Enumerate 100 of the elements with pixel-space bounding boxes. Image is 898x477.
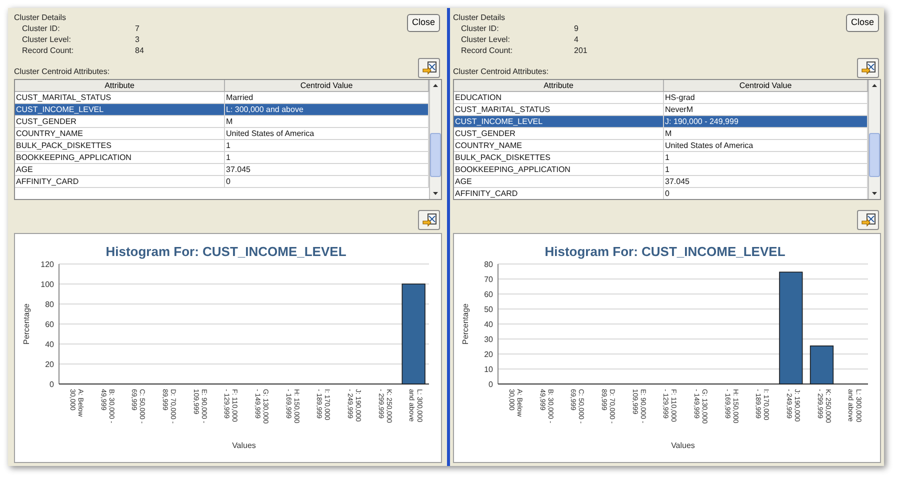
scrollbar[interactable] [429, 80, 441, 199]
y-tick-label: 40 [484, 320, 493, 329]
y-axis-title: Percentage [461, 304, 470, 344]
table-cell: COUNTRY_NAME [15, 128, 225, 140]
close-button[interactable]: Close [406, 14, 440, 32]
y-tick-label: 60 [484, 290, 493, 299]
table-cell: L: 300,000 and above [225, 104, 429, 116]
scrollbar-thumb[interactable] [869, 132, 880, 176]
table-row[interactable]: AGE 37.045 [454, 176, 868, 188]
y-tick-label: 50 [484, 305, 493, 314]
export-icon [860, 61, 876, 75]
histogram-bar [810, 346, 834, 384]
table-cell: CUST_INCOME_LEVEL [15, 104, 225, 116]
field-value: 7 [135, 23, 140, 34]
table-row[interactable]: BULK_PACK_DISKETTES 1 [15, 140, 429, 152]
table-cell: CUST_GENDER [15, 116, 225, 128]
y-tick-label: 120 [40, 260, 54, 269]
y-tick-label: 0 [488, 380, 493, 389]
table-row[interactable]: EDUCATION HS-grad [454, 92, 868, 104]
column-header[interactable]: Centroid Value [225, 80, 429, 92]
y-tick-label: 70 [484, 275, 493, 284]
column-header[interactable]: Attribute [454, 80, 664, 92]
table-cell: United States of America [664, 140, 868, 152]
field-label: Cluster ID: [461, 23, 500, 34]
x-axis-title: Values [671, 441, 695, 450]
export-button[interactable] [418, 58, 440, 78]
field-label: Cluster Level: [22, 34, 72, 45]
table-cell: AFFINITY_CARD [15, 176, 225, 188]
export-button[interactable] [418, 210, 440, 230]
export-icon [422, 61, 436, 75]
table-cell: HS-grad [664, 92, 868, 104]
field-label: Cluster Level: [461, 34, 511, 45]
y-tick-label: 0 [50, 380, 54, 389]
field-value: 4 [574, 34, 578, 45]
table-row[interactable]: AGE 37.045 [15, 164, 429, 176]
chart-title: Histogram For: CUST_INCOME_LEVEL [544, 244, 786, 259]
field-label: Record Count: [22, 45, 75, 56]
table-cell: BOOKKEEPING_APPLICATION [15, 152, 225, 164]
export-button[interactable] [857, 58, 879, 78]
section-title: Cluster Details [453, 12, 506, 23]
table-row[interactable]: CUST_INCOME_LEVEL L: 300,000 and above [15, 104, 429, 116]
table-cell: 1 [225, 152, 429, 164]
field-value: 84 [135, 45, 144, 56]
table-cell: CUST_GENDER [454, 128, 664, 140]
table-cell: AFFINITY_CARD [454, 188, 664, 199]
y-tick-label: 80 [484, 260, 493, 269]
table-row[interactable]: AFFINITY_CARD 0 [15, 176, 429, 188]
table-row[interactable]: BOOKKEEPING_APPLICATION 1 [15, 152, 429, 164]
table-cell: EDUCATION [454, 92, 664, 104]
table-label: Cluster Centroid Attributes: [453, 66, 549, 78]
y-tick-label: 80 [45, 300, 54, 309]
table-label: Cluster Centroid Attributes: [14, 66, 110, 78]
table-cell: CUST_INCOME_LEVEL [454, 116, 664, 128]
table-cell: M [664, 128, 868, 140]
table-row[interactable]: CUST_GENDER M [15, 116, 429, 128]
y-tick-label: 30 [484, 335, 493, 344]
y-axis-title: Percentage [22, 304, 31, 344]
scrollbar-thumb[interactable] [430, 132, 441, 176]
column-header[interactable]: Attribute [15, 80, 225, 92]
column-header[interactable]: Centroid Value [664, 80, 868, 92]
y-tick-label: 20 [45, 360, 54, 369]
scrollbar[interactable] [868, 80, 880, 199]
table-row[interactable]: COUNTRY_NAME United States of America [15, 128, 429, 140]
table-cell: United States of America [225, 128, 429, 140]
table-cell: J: 190,000 - 249,999 [664, 116, 868, 128]
export-icon [860, 213, 876, 227]
field-label: Cluster ID: [22, 23, 61, 34]
y-tick-label: 20 [484, 350, 493, 359]
table-cell: 37.045 [664, 176, 868, 188]
table-row[interactable]: CUST_GENDER M [454, 128, 868, 140]
table-cell: AGE [15, 164, 225, 176]
table-cell: AGE [454, 176, 664, 188]
y-tick-label: 100 [40, 280, 54, 289]
field-label: Record Count: [461, 45, 514, 56]
table-cell: M [225, 116, 429, 128]
table-row[interactable]: BULK_PACK_DISKETTES 1 [454, 152, 868, 164]
field-value: 9 [574, 23, 578, 34]
table-cell: 37.045 [225, 164, 429, 176]
y-tick-label: 60 [45, 320, 54, 329]
table-cell: 0 [225, 176, 429, 188]
export-button[interactable] [857, 210, 879, 230]
table-cell: BULK_PACK_DISKETTES [15, 140, 225, 152]
table-cell: BULK_PACK_DISKETTES [454, 152, 664, 164]
table-row[interactable]: COUNTRY_NAME United States of America [454, 140, 868, 152]
y-tick-label: 10 [484, 365, 493, 374]
export-icon [422, 213, 436, 227]
table-cell: COUNTRY_NAME [454, 140, 664, 152]
table-row[interactable]: CUST_INCOME_LEVEL J: 190,000 - 249,999 [454, 116, 868, 128]
table-row[interactable]: BOOKKEEPING_APPLICATION 1 [454, 164, 868, 176]
table-cell: BOOKKEEPING_APPLICATION [454, 164, 664, 176]
field-value: 201 [574, 45, 588, 56]
section-title: Cluster Details [14, 12, 68, 23]
table-cell: 1 [664, 152, 868, 164]
table-cell: 1 [225, 140, 429, 152]
x-axis-title: Values [232, 441, 256, 450]
field-value: 3 [135, 34, 140, 45]
chart-title: Histogram For: CUST_INCOME_LEVEL [106, 244, 346, 259]
close-button[interactable]: Close [846, 14, 879, 32]
table-cell: 1 [664, 164, 868, 176]
y-tick-label: 40 [45, 340, 54, 349]
